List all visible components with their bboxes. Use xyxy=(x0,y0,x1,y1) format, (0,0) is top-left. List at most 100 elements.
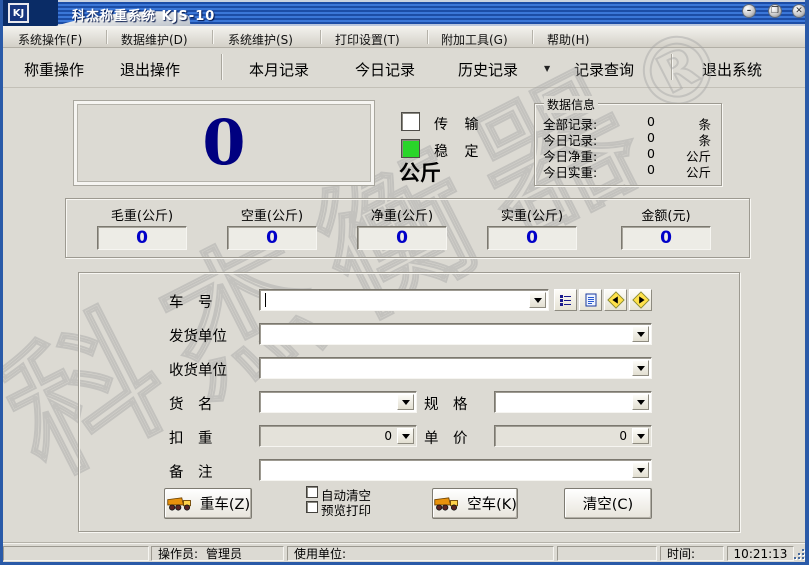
actual-weight-field: 0 xyxy=(487,226,577,250)
info-label: 今日实重: xyxy=(543,162,597,181)
history-dropdown-icon[interactable]: ▼ xyxy=(544,64,550,73)
spec-dropdown-button[interactable] xyxy=(632,394,649,410)
chevron-down-icon xyxy=(402,434,410,443)
preview-print-checkbox[interactable] xyxy=(306,501,318,513)
receiver-unit-combobox[interactable] xyxy=(259,357,652,379)
note-combobox[interactable] xyxy=(259,459,652,481)
status-segment-empty xyxy=(3,546,149,561)
weight-display-panel: 0 xyxy=(73,100,375,186)
toolbar-record-query[interactable]: 记录查询 xyxy=(568,56,640,83)
net-weight-field: 0 xyxy=(357,226,447,250)
actual-weight-label: 实重(公斤) xyxy=(487,205,577,224)
unit-price-value: 0 xyxy=(619,429,627,443)
auto-clear-checkbox[interactable] xyxy=(306,486,318,498)
receiver-dropdown-button[interactable] xyxy=(632,360,649,376)
data-info-group: 数据信息 全部记录: 0 条 今日记录: 0 条 今日净重: 0 公斤 今日实重… xyxy=(534,103,722,186)
spec-combobox[interactable] xyxy=(494,391,652,413)
info-value: 0 xyxy=(631,114,655,129)
info-row-all-records: 全部记录: 0 条 xyxy=(535,114,721,130)
toolbar-separator xyxy=(221,54,222,80)
window-title: 科杰称重系统 KJS-10 xyxy=(72,5,215,24)
vehicle-list-button[interactable] xyxy=(554,289,577,311)
toolbar-month-records[interactable]: 本月记录 xyxy=(243,56,315,83)
data-info-title: 数据信息 xyxy=(544,96,598,113)
chevron-down-icon xyxy=(534,298,542,307)
unit-price-label: 单 价 xyxy=(424,427,468,448)
chevron-down-icon xyxy=(637,332,645,341)
status-bar: 操作员: 管理员 使用单位: 时间: 10:21:13 xyxy=(0,543,809,562)
info-value: 0 xyxy=(631,146,655,161)
diamond-arrow-right-icon xyxy=(632,291,650,309)
vehicle-prev-button[interactable] xyxy=(604,289,627,311)
gross-weight-label: 毛重(公斤) xyxy=(97,205,187,224)
unit-price-field[interactable]: 0 xyxy=(494,425,652,447)
menu-data-maintain[interactable]: 数据维护(D) xyxy=(117,29,192,50)
deduct-weight-value: 0 xyxy=(384,429,392,443)
toolbar-weigh-operate[interactable]: 称重操作 xyxy=(18,56,90,83)
vehicle-number-combobox[interactable] xyxy=(259,289,549,311)
vehicle-next-button[interactable] xyxy=(629,289,652,311)
net-weight-label: 净重(公斤) xyxy=(357,205,447,224)
info-value: 0 xyxy=(631,130,655,145)
toolbar: 称重操作 退出操作 本月记录 今日记录 历史记录 ▼ 记录查询 退出系统 xyxy=(0,48,809,88)
price-dropdown-button[interactable] xyxy=(632,428,649,444)
minimize-button[interactable]: – xyxy=(742,4,756,18)
maximize-button[interactable]: ❐ xyxy=(768,4,782,18)
deduct-weight-field[interactable]: 0 xyxy=(259,425,417,447)
toolbar-exit-system[interactable]: 退出系统 xyxy=(696,56,768,83)
goods-name-combobox[interactable] xyxy=(259,391,417,413)
info-value: 0 xyxy=(631,162,655,177)
clear-button[interactable]: 清空(C) xyxy=(564,488,652,519)
vehicle-records-button[interactable] xyxy=(579,289,602,311)
deduct-weight-label: 扣 重 xyxy=(169,427,213,448)
diamond-arrow-left-icon xyxy=(607,291,625,309)
status-time-value-segment: 10:21:13 xyxy=(727,546,794,561)
resize-grip[interactable] xyxy=(794,549,806,561)
goods-dropdown-button[interactable] xyxy=(397,394,414,410)
menu-bar: 系统操作(F) 数据维护(D) 系统维护(S) 打印设置(T) 附加工具(G) … xyxy=(0,26,809,48)
time-label: 时间: xyxy=(667,545,695,562)
menu-separator xyxy=(320,30,321,44)
tare-weight-label: 空重(公斤) xyxy=(227,205,317,224)
empty-truck-button[interactable]: 空车(K) xyxy=(432,488,518,519)
menu-system-maintain[interactable]: 系统维护(S) xyxy=(224,29,297,50)
vehicle-dropdown-button[interactable] xyxy=(529,292,546,308)
sender-unit-combobox[interactable] xyxy=(259,323,652,345)
toolbar-today-records[interactable]: 今日记录 xyxy=(349,56,421,83)
titlebar: KJ 科杰称重系统 KJS-10 – ❐ ✕ xyxy=(0,0,809,26)
menu-extra-tools[interactable]: 附加工具(G) xyxy=(437,29,512,50)
menu-separator xyxy=(106,30,107,44)
operator-value: 管理员 xyxy=(206,545,242,562)
sender-dropdown-button[interactable] xyxy=(632,326,649,342)
status-operator-segment: 操作员: 管理员 xyxy=(151,546,284,561)
transmit-indicator-label: 传 输 xyxy=(434,114,484,134)
entry-form-group: 车 号 xyxy=(78,272,740,532)
menu-system-operate[interactable]: 系统操作(F) xyxy=(14,29,86,50)
toolbar-history-records[interactable]: 历史记录 xyxy=(452,56,524,83)
empty-truck-icon xyxy=(433,495,461,513)
company-label: 使用单位: xyxy=(294,545,346,562)
info-row-today-net: 今日净重: 0 公斤 xyxy=(535,146,721,162)
menu-print-settings[interactable]: 打印设置(T) xyxy=(331,29,404,50)
app-logo-icon: KJ xyxy=(8,3,29,23)
toolbar-exit-operate[interactable]: 退出操作 xyxy=(114,56,186,83)
note-dropdown-button[interactable] xyxy=(632,462,649,478)
loaded-truck-button[interactable]: 重车(Z) xyxy=(164,488,252,519)
weight-display-value: 0 xyxy=(202,112,245,174)
deduct-dropdown-button[interactable] xyxy=(397,428,414,444)
info-row-today-records: 今日记录: 0 条 xyxy=(535,130,721,146)
status-time-label-segment: 时间: xyxy=(660,546,724,561)
spec-label: 规 格 xyxy=(424,393,468,414)
loaded-truck-button-label: 重车(Z) xyxy=(200,493,250,514)
tare-weight-field: 0 xyxy=(227,226,317,250)
menu-help[interactable]: 帮助(H) xyxy=(543,29,593,50)
close-button[interactable]: ✕ xyxy=(792,4,806,18)
info-unit: 公斤 xyxy=(671,162,711,181)
status-segment-empty xyxy=(557,546,657,561)
goods-name-label: 货 名 xyxy=(169,393,213,414)
chevron-down-icon xyxy=(637,434,645,443)
stable-indicator-light xyxy=(401,139,420,158)
chevron-down-icon xyxy=(637,400,645,409)
document-icon xyxy=(584,293,598,307)
transmit-indicator-light xyxy=(401,112,420,131)
